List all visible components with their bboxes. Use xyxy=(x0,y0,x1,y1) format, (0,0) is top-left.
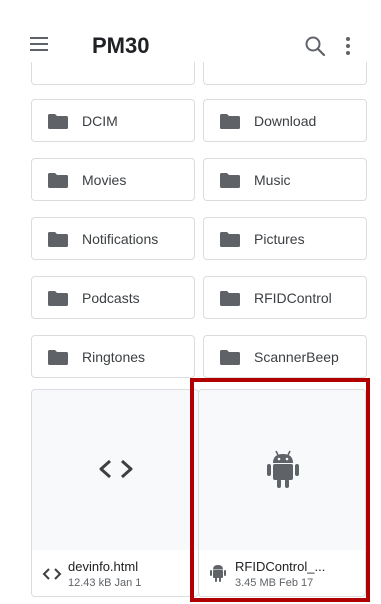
top-app-bar: PM30 xyxy=(0,0,381,62)
folder-item-ringtones[interactable]: Ringtones xyxy=(31,335,195,378)
folder-card-partial[interactable] xyxy=(31,62,195,85)
search-icon[interactable] xyxy=(304,35,326,57)
file-name: RFIDControl_... xyxy=(235,559,326,574)
folder-icon xyxy=(48,114,68,129)
code-icon xyxy=(42,568,62,580)
more-vert-icon[interactable] xyxy=(345,37,351,55)
file-meta: 12.43 kB Jan 1 xyxy=(68,577,142,589)
folder-label: Podcasts xyxy=(82,290,140,306)
folder-icon xyxy=(220,291,240,306)
file-card-devinfo[interactable]: devinfo.html 12.43 kB Jan 1 xyxy=(31,389,199,597)
folder-icon xyxy=(220,232,240,247)
folder-card-partial[interactable] xyxy=(203,62,367,85)
folder-item-dcim[interactable]: DCIM xyxy=(31,99,195,142)
folder-icon xyxy=(48,232,68,247)
folder-icon xyxy=(48,291,68,306)
file-info: RFIDControl_... 3.45 MB Feb 17 xyxy=(199,550,365,596)
folder-label: DCIM xyxy=(82,113,118,129)
folder-icon xyxy=(48,350,68,365)
folder-item-download[interactable]: Download xyxy=(203,99,367,142)
android-icon xyxy=(210,565,226,582)
folder-item-music[interactable]: Music xyxy=(203,158,367,201)
folder-label: Ringtones xyxy=(82,349,146,365)
file-thumbnail xyxy=(32,390,198,550)
file-meta: 3.45 MB Feb 17 xyxy=(235,577,314,589)
folder-item-scannerbeep[interactable]: ScannerBeep xyxy=(203,335,367,378)
folder-icon xyxy=(220,114,240,129)
folder-label: Movies xyxy=(82,172,127,188)
folder-icon xyxy=(220,173,240,188)
file-browser-screen: PM30 DCIM Download Movies Music Notifica… xyxy=(0,0,381,604)
code-icon xyxy=(99,459,133,479)
file-name: devinfo.html xyxy=(68,559,139,574)
hamburger-menu-icon[interactable] xyxy=(30,37,48,51)
page-title: PM30 xyxy=(92,33,150,58)
folder-item-pictures[interactable]: Pictures xyxy=(203,217,367,260)
file-thumbnail xyxy=(199,390,365,550)
folder-label: RFIDControl xyxy=(254,290,332,306)
folder-label: Pictures xyxy=(254,231,305,247)
folder-icon xyxy=(220,350,240,365)
folder-item-podcasts[interactable]: Podcasts xyxy=(31,276,195,319)
folder-label: Music xyxy=(254,172,291,188)
folder-item-movies[interactable]: Movies xyxy=(31,158,195,201)
file-info: devinfo.html 12.43 kB Jan 1 xyxy=(32,550,198,596)
folder-icon xyxy=(48,173,68,188)
folder-label: Notifications xyxy=(82,231,159,247)
android-icon xyxy=(267,450,299,488)
folder-label: ScannerBeep xyxy=(254,349,339,365)
folder-item-rfidcontrol[interactable]: RFIDControl xyxy=(203,276,367,319)
file-card-rfidcontrol[interactable]: RFIDControl_... 3.45 MB Feb 17 xyxy=(198,389,366,597)
folder-label: Download xyxy=(254,113,317,129)
folder-item-notifications[interactable]: Notifications xyxy=(31,217,195,260)
